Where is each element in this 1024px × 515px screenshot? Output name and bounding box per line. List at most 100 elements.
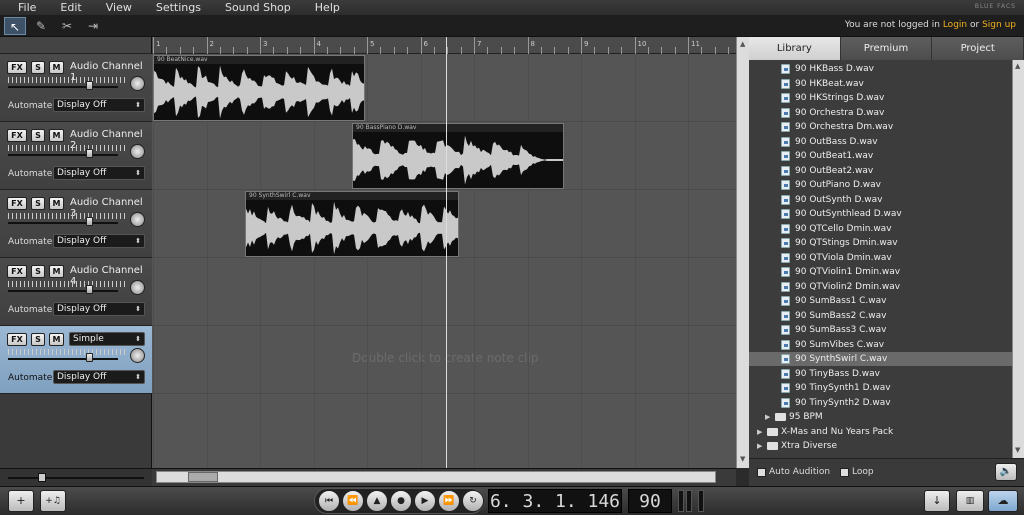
expand-arrow-icon[interactable]: ▶ [757, 425, 762, 439]
scroll-down-icon[interactable]: ▼ [740, 455, 745, 463]
playhead[interactable] [446, 37, 447, 468]
add-track-button[interactable]: + [8, 490, 34, 512]
pan-knob[interactable] [130, 348, 145, 363]
tab-library[interactable]: Library [749, 37, 841, 60]
audio-clip[interactable]: 90 BeatNice.wav [153, 55, 365, 121]
solo-button[interactable]: S [31, 265, 45, 278]
fast-forward-icon[interactable]: ⏩ [438, 490, 460, 512]
pan-knob[interactable] [130, 280, 145, 295]
signup-link[interactable]: Sign up [982, 20, 1016, 30]
fx-button[interactable]: FX [7, 265, 27, 278]
folder-row[interactable]: ▶ Xtra Diverse [749, 439, 1012, 453]
menu-edit[interactable]: Edit [60, 1, 81, 14]
fx-button[interactable]: FX [7, 129, 27, 142]
file-row[interactable]: 90 OutBeat1.wav [749, 149, 1012, 163]
tempo-display[interactable]: 90 [628, 489, 672, 513]
file-row[interactable]: 90 QTViola Dmin.wav [749, 251, 1012, 265]
file-row[interactable]: 90 TinySynth2 D.wav [749, 396, 1012, 410]
file-row[interactable]: 90 OutSynth D.wav [749, 193, 1012, 207]
hscroll-thumb[interactable] [188, 472, 218, 482]
arrangement-area[interactable]: 1 2 3 4 5 6 7 8 9 10 11 Double click to create not… [152, 37, 736, 468]
play-icon[interactable]: ▶ [414, 490, 436, 512]
loop-checkbox[interactable] [840, 468, 849, 477]
file-row[interactable]: 90 QTStings Dmin.wav [749, 236, 1012, 250]
volume-slider[interactable] [8, 145, 126, 158]
volume-knob[interactable] [86, 353, 93, 362]
scroll-up-icon[interactable]: ▲ [1015, 62, 1020, 70]
file-row[interactable]: 90 QTCello Dmin.wav [749, 222, 1012, 236]
solo-button[interactable]: S [31, 129, 45, 142]
speaker-icon[interactable]: 🔈 [995, 463, 1017, 481]
track-header-4[interactable]: FX S MAudio Channel 4 Automate: Display … [0, 258, 152, 326]
rewind-icon[interactable]: ⏪ [342, 490, 364, 512]
file-row[interactable]: 90 SumBass1 C.wav [749, 294, 1012, 308]
login-link[interactable]: Login [943, 20, 967, 30]
mute-button[interactable]: M [49, 197, 64, 210]
automate-select[interactable]: Display Off ⬍ [53, 370, 145, 384]
file-row[interactable]: 90 SynthSwirl C.wav [749, 352, 1012, 366]
pencil-tool-icon[interactable]: ✎ [30, 17, 52, 35]
file-row[interactable]: 90 HKBeat.wav [749, 77, 1012, 91]
timeline-ruler[interactable]: 1 2 3 4 5 6 7 8 9 10 11 [152, 37, 736, 54]
volume-slider[interactable] [8, 349, 126, 362]
file-row[interactable]: 90 QTViolin1 Dmin.wav [749, 265, 1012, 279]
cloud-icon[interactable]: ☁ [988, 490, 1018, 512]
audio-clip[interactable]: 90 BassPiano D.wav [352, 123, 564, 189]
file-row[interactable]: 90 Orchestra Dm.wav [749, 120, 1012, 134]
file-row[interactable]: 90 SumBass2 C.wav [749, 309, 1012, 323]
fx-button[interactable]: FX [7, 197, 27, 210]
mute-button[interactable]: M [49, 129, 64, 142]
fx-button[interactable]: FX [7, 333, 27, 346]
stop-icon[interactable]: ● [390, 490, 412, 512]
menu-view[interactable]: View [106, 1, 132, 14]
pan-knob[interactable] [130, 76, 145, 91]
track-header-3[interactable]: FX S MAudio Channel 3 Automate: Display … [0, 190, 152, 258]
file-row[interactable]: 90 HKBass D.wav [749, 62, 1012, 76]
menu-help[interactable]: Help [315, 1, 340, 14]
arrangement-horizontal-scrollbar[interactable] [152, 468, 736, 486]
mute-button[interactable]: M [49, 333, 64, 346]
pointer-tool-icon[interactable]: ↖ [4, 17, 26, 35]
library-scrollbar[interactable]: ▲ ▼ [1012, 60, 1024, 458]
file-row[interactable]: 90 TinySynth1 D.wav [749, 381, 1012, 395]
volume-knob[interactable] [86, 81, 93, 90]
solo-button[interactable]: S [31, 61, 45, 74]
pan-knob[interactable] [130, 212, 145, 227]
file-row[interactable]: 90 QTViolin2 Dmin.wav [749, 280, 1012, 294]
tab-project[interactable]: Project [932, 37, 1024, 60]
auto-audition-checkbox[interactable] [757, 468, 766, 477]
file-row[interactable]: 90 OutPiano D.wav [749, 178, 1012, 192]
audio-clip[interactable]: 90 SynthSwirl C.wav [245, 191, 459, 257]
download-icon[interactable]: ↓ [924, 490, 950, 512]
expand-arrow-icon[interactable]: ▶ [765, 410, 770, 424]
trim-tool-icon[interactable]: ⇥ [82, 17, 104, 35]
volume-knob[interactable] [86, 285, 93, 294]
fx-button[interactable]: FX [7, 61, 27, 74]
volume-slider[interactable] [8, 281, 126, 294]
add-instrument-track-button[interactable]: +♫ [40, 490, 66, 512]
file-row[interactable]: 90 SumVibes C.wav [749, 338, 1012, 352]
menu-sound-shop[interactable]: Sound Shop [225, 1, 291, 14]
scroll-up-icon[interactable]: ▲ [740, 40, 745, 48]
track-header-2[interactable]: FX S MAudio Channel 2 Automate: Display … [0, 122, 152, 190]
file-row[interactable]: 90 OutBass D.wav [749, 135, 1012, 149]
track-lane[interactable] [152, 258, 736, 326]
mute-button[interactable]: M [49, 265, 64, 278]
solo-button[interactable]: S [31, 197, 45, 210]
file-row[interactable]: 90 OutBeat2.wav [749, 164, 1012, 178]
automate-select[interactable]: Display Off ⬍ [53, 302, 145, 316]
folder-row[interactable]: ▶ X-Mas and Nu Years Pack [749, 425, 1012, 439]
instrument-select[interactable]: Simple ⬍ [69, 332, 145, 346]
volume-knob[interactable] [86, 149, 93, 158]
file-row[interactable]: 90 TinyBass D.wav [749, 367, 1012, 381]
track-zoom-slider[interactable] [0, 468, 152, 486]
menu-settings[interactable]: Settings [156, 1, 201, 14]
track-lane[interactable] [152, 326, 736, 394]
file-row[interactable]: 90 Orchestra D.wav [749, 106, 1012, 120]
volume-knob[interactable] [86, 217, 93, 226]
automate-select[interactable]: Display Off ⬍ [53, 234, 145, 248]
file-row[interactable]: 90 HKStrings D.wav [749, 91, 1012, 105]
folder-row[interactable]: ▶ 95 BPM [749, 410, 1012, 424]
loop-icon[interactable]: ↻ [462, 490, 484, 512]
file-row[interactable]: 90 OutSynthlead D.wav [749, 207, 1012, 221]
